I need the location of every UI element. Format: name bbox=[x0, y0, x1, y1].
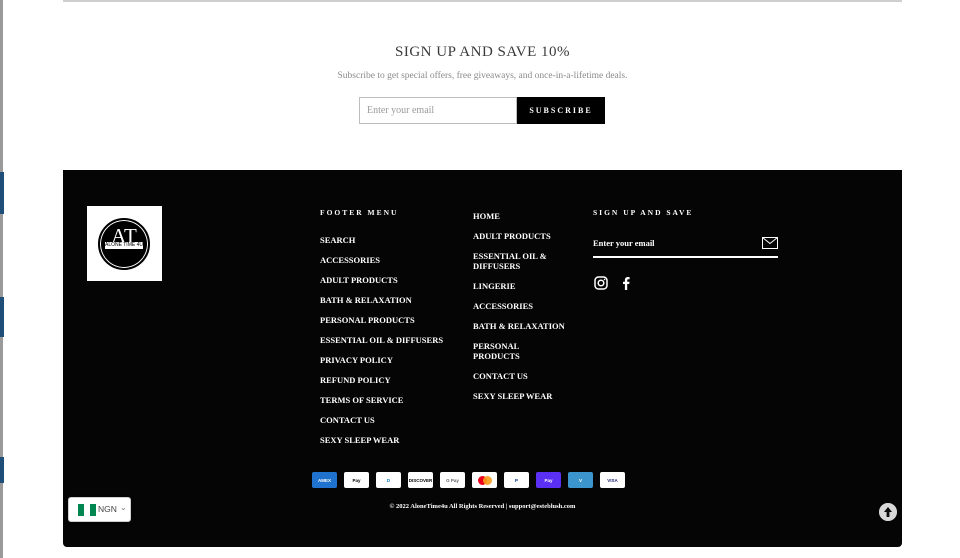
footer-menu-item[interactable]: ACCESSORIES bbox=[320, 255, 443, 265]
venmo-icon: V bbox=[568, 472, 593, 488]
footer-link[interactable]: LINGERIE bbox=[473, 281, 565, 291]
facebook-icon[interactable] bbox=[619, 276, 633, 290]
footer-menu-item[interactable]: SEARCH bbox=[320, 235, 443, 245]
site-footer: AT ALONE TIME 4U FOOTER MENU SEARCH ACCE… bbox=[63, 170, 902, 547]
newsletter-email-input[interactable] bbox=[359, 97, 517, 124]
nigeria-flag-icon bbox=[78, 504, 96, 516]
newsletter-section: SIGN UP AND SAVE 10% Subscribe to get sp… bbox=[63, 44, 902, 81]
footer-menu-item[interactable]: CONTACT US bbox=[320, 415, 443, 425]
footer-link[interactable]: ACCESSORIES bbox=[473, 301, 565, 311]
newsletter-subtitle: Subscribe to get special offers, free gi… bbox=[337, 71, 628, 81]
footer-menu-item[interactable]: TERMS OF SERVICE bbox=[320, 395, 443, 405]
logo-mark: AT ALONE TIME 4U bbox=[98, 218, 150, 270]
footer-menu-secondary: HOME ADULT PRODUCTS ESSENTIAL OIL & DIFF… bbox=[473, 211, 565, 411]
subscribe-button[interactable]: SUBSCRIBE bbox=[517, 97, 605, 124]
footer-link[interactable]: BATH & RELAXATION bbox=[473, 321, 565, 331]
footer-link[interactable]: HOME bbox=[473, 211, 565, 221]
footer-link[interactable]: SEXY SLEEP WEAR bbox=[473, 391, 565, 401]
footer-email-placeholder: Enter your email bbox=[593, 238, 655, 248]
footer-menu: SEARCH ACCESSORIES ADULT PRODUCTS BATH &… bbox=[320, 235, 443, 455]
footer-menu-item[interactable]: BATH & RELAXATION bbox=[320, 295, 443, 305]
left-edge-marker bbox=[0, 297, 4, 337]
currency-selector[interactable]: NGN ⌄ bbox=[68, 497, 131, 522]
divider bbox=[63, 0, 902, 2]
footer-menu-item[interactable]: REFUND POLICY bbox=[320, 375, 443, 385]
footer-menu-item[interactable]: PERSONAL PRODUCTS bbox=[320, 315, 443, 325]
mail-icon[interactable] bbox=[762, 237, 778, 249]
footer-link[interactable]: PERSONAL PRODUCTS bbox=[473, 341, 565, 361]
copyright-text: © 2022 AloneTime4u All Rights Reserved |… bbox=[389, 503, 576, 510]
google-pay-icon: G Pay bbox=[440, 472, 465, 488]
shop-pay-icon: Pay bbox=[536, 472, 561, 488]
instagram-icon[interactable] bbox=[594, 276, 608, 290]
mastercard-icon bbox=[472, 472, 497, 488]
left-edge-marker bbox=[0, 457, 4, 483]
footer-menu-item[interactable]: PRIVACY POLICY bbox=[320, 355, 443, 365]
payment-icons: AMEX Pay D DISCOVER G Pay P Pay V VISA bbox=[312, 472, 625, 488]
scroll-to-top-icon[interactable] bbox=[879, 503, 897, 521]
discover-icon: DISCOVER bbox=[408, 472, 433, 488]
amex-icon: AMEX bbox=[312, 472, 337, 488]
newsletter-title: SIGN UP AND SAVE 10% bbox=[394, 44, 571, 60]
currency-code: NGN bbox=[98, 504, 117, 514]
footer-link[interactable]: ESSENTIAL OIL & DIFFUSERS bbox=[473, 251, 565, 271]
diners-club-icon: D bbox=[376, 472, 401, 488]
logo-banner: ALONE TIME 4U bbox=[105, 242, 143, 249]
paypal-icon: P bbox=[504, 472, 529, 488]
footer-link[interactable]: ADULT PRODUCTS bbox=[473, 231, 565, 241]
footer-signup-heading: SIGN UP AND SAVE bbox=[593, 208, 694, 217]
footer-link[interactable]: CONTACT US bbox=[473, 371, 565, 381]
footer-menu-item[interactable]: SEXY SLEEP WEAR bbox=[320, 435, 443, 445]
footer-email-field[interactable]: Enter your email bbox=[593, 236, 778, 258]
apple-pay-icon: Pay bbox=[344, 472, 369, 488]
logo[interactable]: AT ALONE TIME 4U bbox=[87, 206, 162, 281]
footer-menu-item[interactable]: ESSENTIAL OIL & DIFFUSERS bbox=[320, 335, 443, 345]
chevron-down-icon: ⌄ bbox=[120, 503, 127, 512]
newsletter-form: SUBSCRIBE bbox=[359, 97, 605, 124]
footer-menu-heading: FOOTER MENU bbox=[320, 208, 399, 217]
visa-icon: VISA bbox=[600, 472, 625, 488]
left-edge-marker bbox=[0, 172, 4, 214]
footer-menu-item[interactable]: ADULT PRODUCTS bbox=[320, 275, 443, 285]
